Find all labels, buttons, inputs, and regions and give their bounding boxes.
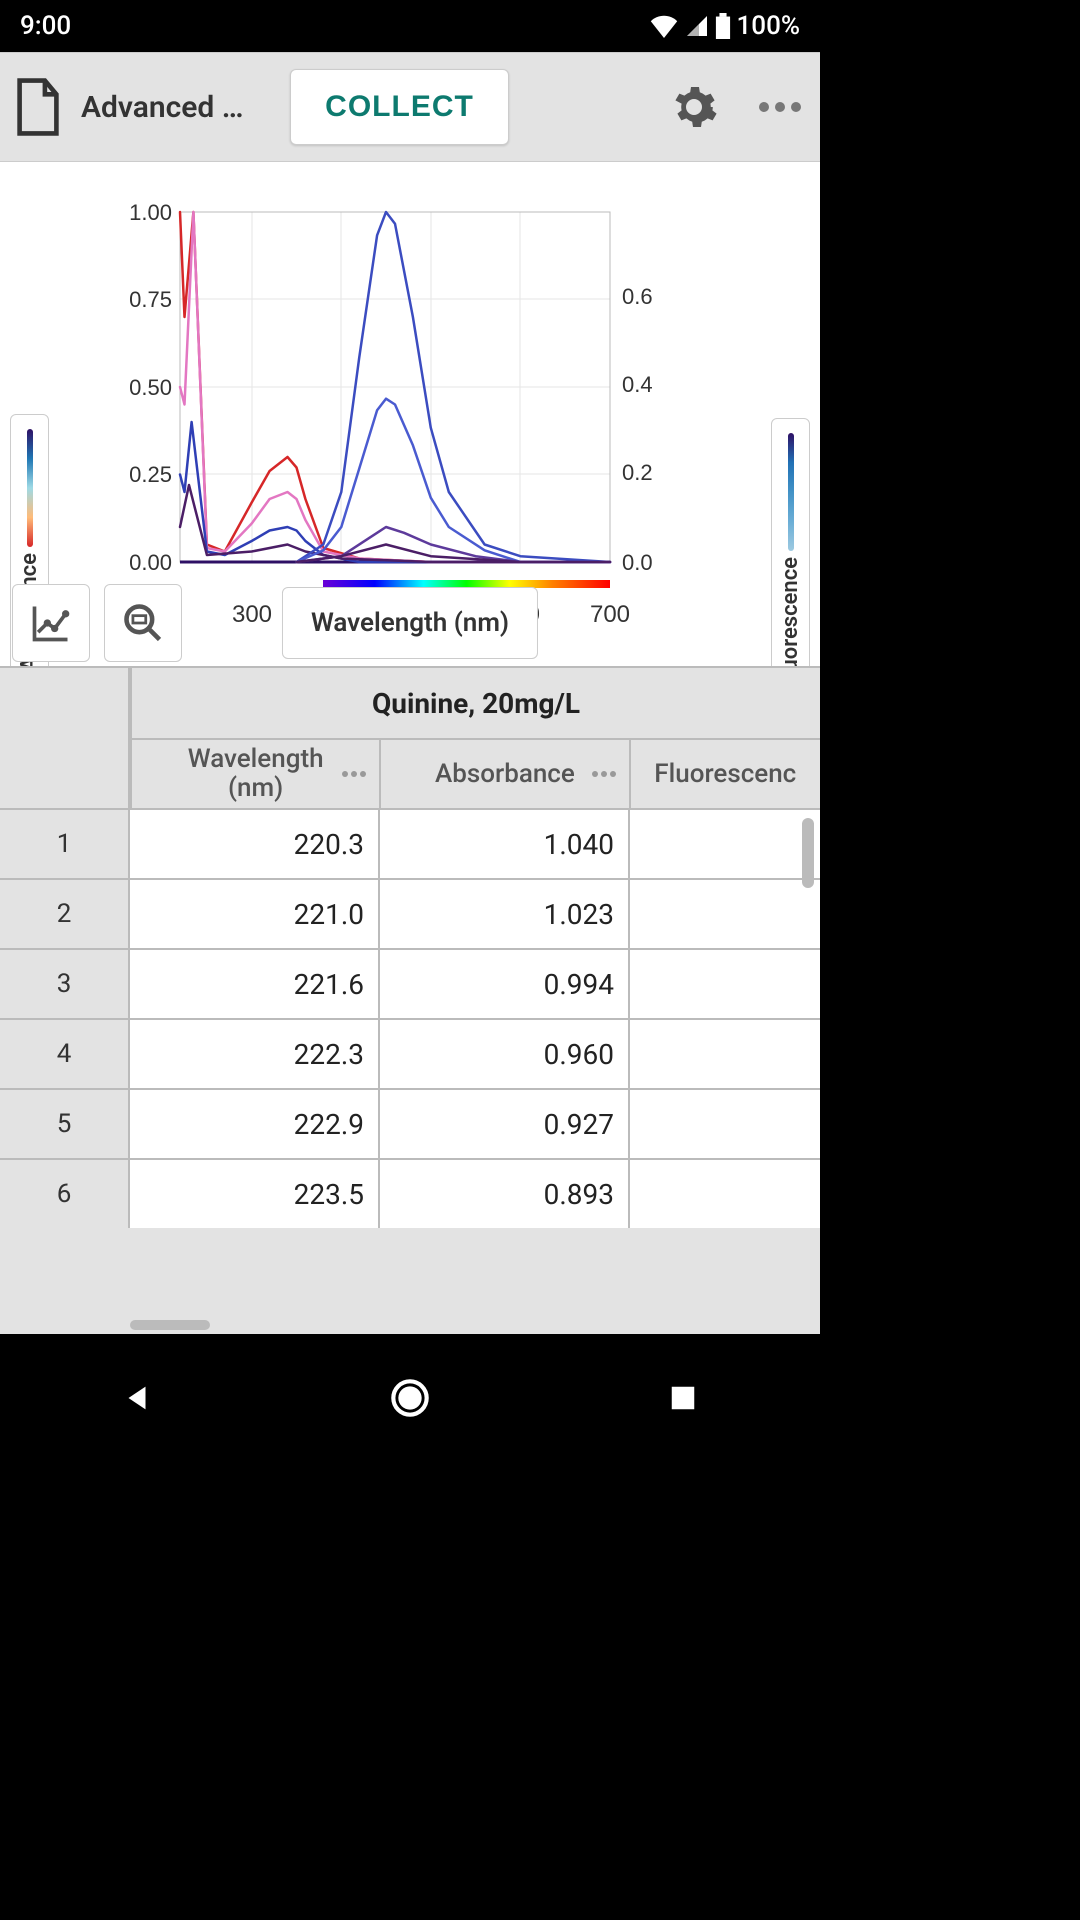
cell-absorbance[interactable]: 1.040 xyxy=(380,810,630,878)
line-chart-icon xyxy=(29,601,73,645)
zoom-out-icon xyxy=(121,601,165,645)
more-horizontal-icon xyxy=(758,101,802,113)
system-nav-bar xyxy=(0,1356,820,1440)
chart-series xyxy=(180,422,610,562)
more-options-button[interactable] xyxy=(750,77,810,137)
column-header-wavelength[interactable]: Wavelength(nm) xyxy=(132,740,381,808)
cell-fluorescence[interactable] xyxy=(630,880,820,948)
cell-wavelength[interactable]: 221.0 xyxy=(130,880,380,948)
gear-icon xyxy=(670,83,718,131)
nav-recents-button[interactable] xyxy=(653,1368,713,1428)
y-tick: 0.75 xyxy=(129,287,172,312)
cell-fluorescence[interactable] xyxy=(630,1160,820,1228)
chart-series xyxy=(180,485,610,562)
cell-wavelength[interactable]: 221.6 xyxy=(130,950,380,1018)
column-header-label: Wavelength(nm) xyxy=(188,745,324,802)
table-row[interactable]: 6223.50.893 xyxy=(0,1158,820,1228)
table-row[interactable]: 1220.31.040 xyxy=(0,808,820,878)
cell-wavelength[interactable]: 220.3 xyxy=(130,810,380,878)
column-menu-button[interactable] xyxy=(591,770,617,778)
settings-button[interactable] xyxy=(664,77,724,137)
cell-absorbance[interactable]: 0.960 xyxy=(380,1020,630,1088)
zoom-reset-button[interactable] xyxy=(104,584,182,662)
cell-wavelength[interactable]: 222.9 xyxy=(130,1090,380,1158)
column-headers-row: Wavelength(nm) Absorbance Fluorescenc xyxy=(130,738,820,808)
content: Absorbance Fluorescence xyxy=(0,162,820,1334)
cell-wavelength[interactable]: 222.3 xyxy=(130,1020,380,1088)
y2-tick: 0.2 xyxy=(622,460,653,485)
cell-fluorescence[interactable] xyxy=(630,810,820,878)
wifi-icon xyxy=(649,14,679,38)
column-header-fluorescence[interactable]: Fluorescenc xyxy=(631,740,820,808)
row-index: 4 xyxy=(0,1020,130,1088)
table-row[interactable]: 3221.60.994 xyxy=(0,948,820,1018)
row-index: 6 xyxy=(0,1160,130,1228)
vertical-scrollbar[interactable] xyxy=(802,818,814,888)
cell-signal-icon xyxy=(685,14,709,38)
square-recents-icon xyxy=(668,1383,698,1413)
more-horizontal-icon xyxy=(591,770,617,778)
x-axis-button[interactable]: Wavelength (nm) xyxy=(282,587,538,659)
y2-tick: 0.0 xyxy=(622,550,653,575)
y2-tick: 0.6 xyxy=(622,284,653,309)
chart-controls: Wavelength (nm) xyxy=(0,580,820,666)
circle-home-icon xyxy=(390,1378,430,1418)
cell-absorbance[interactable]: 0.994 xyxy=(380,950,630,1018)
battery-icon xyxy=(715,13,731,39)
cell-fluorescence[interactable] xyxy=(630,1090,820,1158)
y-tick: 0.00 xyxy=(129,550,172,575)
app-bar: Advanced … COLLECT xyxy=(0,52,820,162)
table-row[interactable]: 2221.01.023 xyxy=(0,878,820,948)
table-row[interactable]: 5222.90.927 xyxy=(0,1088,820,1158)
data-table[interactable]: Quinine, 20mg/L Wavelength(nm) Absorbanc… xyxy=(0,666,820,1334)
status-time: 9:00 xyxy=(20,11,71,41)
file-title[interactable]: Advanced … xyxy=(81,90,261,125)
sample-title[interactable]: Quinine, 20mg/L xyxy=(130,668,820,738)
chart-area[interactable]: Absorbance Fluorescence xyxy=(0,162,820,666)
more-horizontal-icon xyxy=(341,770,367,778)
table-rows[interactable]: 1220.31.0402221.01.0233221.60.9944222.30… xyxy=(0,808,820,1334)
nav-home-button[interactable] xyxy=(380,1368,440,1428)
y2-tick: 0.4 xyxy=(622,372,653,397)
cell-absorbance[interactable]: 0.893 xyxy=(380,1160,630,1228)
cell-fluorescence[interactable] xyxy=(630,950,820,1018)
battery-percent: 100% xyxy=(737,11,800,41)
cell-absorbance[interactable]: 0.927 xyxy=(380,1090,630,1158)
row-index: 1 xyxy=(0,810,130,878)
nav-back-button[interactable] xyxy=(107,1368,167,1428)
status-right: 100% xyxy=(649,11,800,41)
cell-wavelength[interactable]: 223.5 xyxy=(130,1160,380,1228)
chart-options-button[interactable] xyxy=(12,584,90,662)
file-icon[interactable] xyxy=(10,72,65,142)
column-header-label: Fluorescenc xyxy=(654,759,796,789)
row-index: 3 xyxy=(0,950,130,1018)
y-tick: 0.50 xyxy=(129,375,172,400)
column-menu-button[interactable] xyxy=(341,770,367,778)
horizontal-scrollbar[interactable] xyxy=(130,1320,210,1330)
cell-fluorescence[interactable] xyxy=(630,1020,820,1088)
frame-bottom xyxy=(0,1334,820,1356)
column-header-absorbance[interactable]: Absorbance xyxy=(381,740,630,808)
triangle-back-icon xyxy=(120,1381,154,1415)
table-corner xyxy=(0,668,130,808)
row-index: 5 xyxy=(0,1090,130,1158)
table-row[interactable]: 4222.30.960 xyxy=(0,1018,820,1088)
y-tick: 1.00 xyxy=(129,200,172,225)
collect-button[interactable]: COLLECT xyxy=(290,69,509,145)
status-bar: 9:00 100% xyxy=(0,0,820,52)
row-index: 2 xyxy=(0,880,130,948)
cell-absorbance[interactable]: 1.023 xyxy=(380,880,630,948)
y-tick: 0.25 xyxy=(129,462,172,487)
column-header-label: Absorbance xyxy=(435,759,575,789)
